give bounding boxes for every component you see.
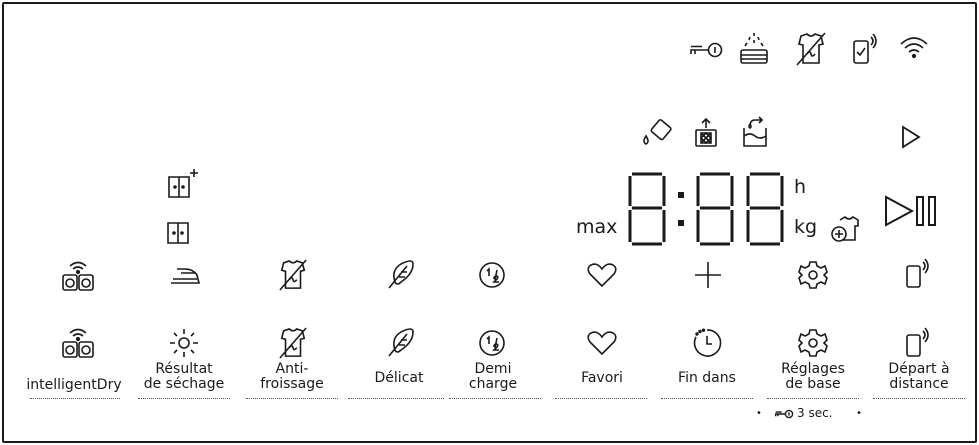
remote-start-icon	[905, 328, 929, 358]
plus-icon	[693, 260, 723, 290]
intelligentdry-icon	[61, 260, 95, 292]
gear-icon	[798, 328, 828, 358]
half-load-button[interactable]: Demi charge	[441, 362, 545, 392]
feather-icon	[387, 328, 415, 358]
delicate-button[interactable]: Délicat	[347, 371, 451, 386]
time-display	[624, 170, 792, 248]
sun-icon	[169, 328, 199, 358]
intelligentdry-icon	[61, 327, 95, 359]
heart-icon	[587, 330, 617, 356]
button-underline	[246, 398, 338, 399]
anti-crease-icon	[278, 327, 308, 359]
basic-settings-label: Réglages	[781, 361, 845, 377]
dry-level-plus-icon	[167, 169, 199, 199]
half-load-label-2: charge	[468, 376, 518, 392]
play-icon[interactable]	[901, 125, 921, 149]
hint-duration: 3 sec.	[797, 406, 833, 420]
rinse-hold-icon	[738, 31, 770, 67]
anti-crease-label-2: froissage	[260, 376, 324, 392]
hint-bullet-right: •	[856, 408, 862, 419]
drying-result-button[interactable]: Résultat de séchage	[132, 362, 236, 392]
button-underline	[767, 398, 859, 399]
button-underline	[348, 398, 444, 399]
remote-start-button[interactable]: Départ à distance	[867, 362, 971, 392]
wifi-icon	[899, 36, 929, 58]
half-load-icon	[478, 261, 506, 289]
delicate-label: Délicat	[374, 370, 424, 386]
remote-start-label: Départ à	[888, 361, 950, 377]
button-underline	[30, 398, 120, 399]
water-tank-icon	[740, 118, 772, 148]
intelligentdry-label: intelligentDry	[26, 377, 122, 393]
drum-clean-icon	[693, 118, 719, 148]
half-load-icon	[478, 329, 506, 357]
favorite-button[interactable]: Favori	[550, 371, 654, 386]
heart-icon	[587, 262, 617, 288]
drying-result-label: Résultat	[155, 361, 213, 377]
button-underline	[873, 398, 965, 399]
remote-start-label-2: distance	[889, 376, 949, 392]
basic-settings-label-2: de base	[785, 376, 841, 392]
button-underline	[138, 398, 230, 399]
anti-crease-label: Anti-	[275, 361, 309, 377]
drop-detergent-icon	[640, 119, 676, 147]
anti-crease-button[interactable]: Anti- froissage	[240, 362, 344, 392]
hours-unit: h	[794, 176, 807, 198]
gear-icon	[798, 260, 828, 290]
iron-icon	[169, 265, 201, 287]
dry-level-icon	[167, 222, 189, 244]
favorite-label: Favori	[581, 370, 623, 386]
end-in-button[interactable]: Fin dans	[655, 371, 759, 386]
end-in-label: Fin dans	[678, 370, 736, 386]
control-panel: max h kg intelligentDry Résultat de séch…	[2, 2, 977, 443]
remote-start-icon	[905, 259, 929, 289]
remote-ready-icon	[852, 33, 878, 65]
button-underline	[449, 398, 541, 399]
clock-icon	[692, 328, 722, 358]
intelligentdry-button[interactable]: intelligentDry	[8, 378, 140, 393]
key-lock-icon	[688, 42, 724, 58]
feather-icon	[387, 260, 415, 290]
key-lock-icon	[774, 409, 794, 419]
drying-result-label-2: de séchage	[143, 376, 225, 392]
no-crease-icon	[795, 32, 827, 66]
half-load-label: Demi	[474, 361, 512, 377]
add-laundry-icon	[830, 214, 860, 244]
play-pause-icon[interactable]	[884, 194, 940, 228]
button-underline	[555, 398, 647, 399]
max-label: max	[576, 216, 618, 238]
basic-settings-button[interactable]: Réglages de base	[761, 362, 865, 392]
hint-bullet-left: •	[756, 408, 762, 419]
button-underline	[661, 398, 753, 399]
anti-crease-icon	[278, 259, 308, 291]
kg-unit: kg	[794, 216, 818, 238]
